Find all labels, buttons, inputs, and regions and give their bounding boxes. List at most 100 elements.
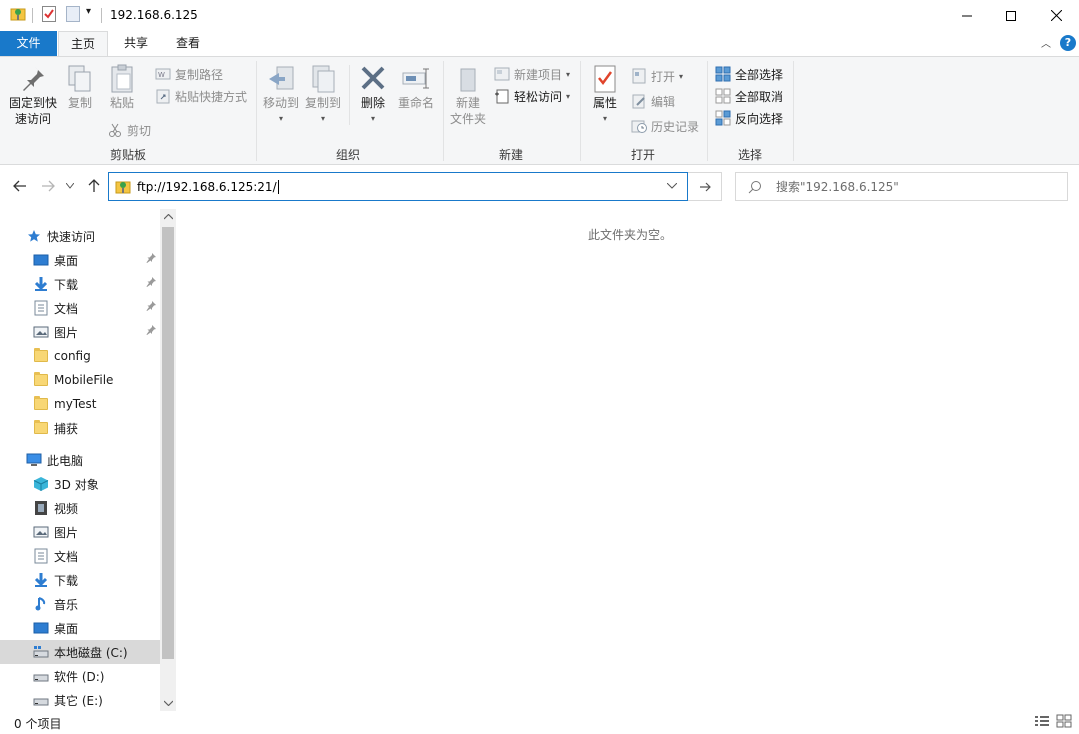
select-none-button[interactable]: 全部取消 (715, 87, 783, 105)
empty-folder-message: 此文件夹为空。 (588, 228, 673, 242)
quick-access-item[interactable]: 文档 (0, 296, 160, 320)
nav-scrollbar[interactable] (160, 209, 176, 711)
easy-access-icon (495, 89, 509, 104)
scroll-down-icon[interactable] (160, 695, 176, 711)
edit-button[interactable]: 编辑 (631, 92, 675, 110)
this-pc-item[interactable]: 其它 (E:) (0, 688, 160, 712)
properties-button[interactable]: 属性 ▾ (588, 63, 622, 127)
properties-quick-icon[interactable] (42, 6, 56, 22)
rename-button[interactable]: 重命名 (395, 63, 437, 111)
quick-access-item[interactable]: 捕获 (0, 416, 160, 440)
minimize-button[interactable] (944, 0, 990, 31)
pinned-icon[interactable] (146, 277, 156, 290)
up-arrow-icon (88, 179, 100, 192)
history-button[interactable]: 历史记录 (631, 117, 699, 135)
tab-share[interactable]: 共享 (115, 31, 157, 56)
this-pc-item-label: 桌面 (54, 621, 79, 636)
quick-access-item[interactable]: MobileFile (0, 368, 160, 392)
new-folder-button[interactable]: 新建 文件夹 (448, 63, 488, 127)
this-pc-item-label: 其它 (E:) (54, 693, 103, 708)
address-path[interactable]: ftp://192.168.6.125:21/ (137, 180, 277, 194)
scroll-thumb[interactable] (162, 227, 174, 659)
nav-this-pc[interactable]: 此电脑 (0, 448, 160, 472)
tab-view[interactable]: 查看 (167, 31, 209, 56)
pin-to-quick-access-button[interactable]: 固定到快 速访问 (6, 63, 60, 127)
quick-access-item-label: config (54, 349, 91, 363)
new-folder-quick-icon[interactable] (66, 6, 80, 22)
group-label-organize: 组织 (335, 148, 360, 162)
quick-access-item[interactable]: 下载 (0, 272, 160, 296)
quick-access-item[interactable]: 图片 (0, 320, 160, 344)
quick-access-item-label: 捕获 (54, 421, 79, 436)
computer-icon (26, 452, 42, 468)
paste-icon (111, 64, 133, 93)
help-icon[interactable]: ? (1060, 35, 1076, 51)
easy-access-button[interactable]: 轻松访问 ▾ (494, 87, 570, 105)
quick-access-item[interactable]: config (0, 344, 160, 368)
scroll-up-icon[interactable] (160, 209, 176, 225)
pinned-icon[interactable] (146, 325, 156, 338)
recent-locations-button[interactable] (63, 176, 77, 196)
app-icon[interactable] (10, 6, 26, 22)
pinned-icon[interactable] (146, 301, 156, 314)
quick-access-item[interactable]: myTest (0, 392, 160, 416)
this-pc-item[interactable]: 3D 对象 (0, 472, 160, 496)
navigation-pane: 快速访问 桌面 下载 文档 图片 config MobileFile myTest 捕获 此电… (0, 209, 176, 711)
cut-button[interactable]: 剪切 (107, 121, 151, 139)
copy-path-button[interactable]: W 复制路径 (155, 65, 223, 83)
large-icons-view-icon[interactable] (1056, 714, 1072, 731)
this-pc-item[interactable]: 视频 (0, 496, 160, 520)
this-pc-item[interactable]: 本地磁盘 (C:) (0, 640, 160, 664)
chevron-down-icon (666, 182, 678, 189)
search-box[interactable]: 搜索"192.168.6.125" (735, 172, 1068, 201)
details-view-icon[interactable] (1034, 714, 1050, 731)
open-button[interactable]: 打开 ▾ (631, 67, 683, 85)
video-icon (33, 500, 49, 516)
back-arrow-icon (13, 180, 26, 192)
this-pc-item[interactable]: 桌面 (0, 616, 160, 640)
new-item-button[interactable]: 新建项目 ▾ (494, 65, 570, 83)
address-bar[interactable]: ftp://192.168.6.125:21/ (108, 172, 688, 201)
folder-icon (33, 348, 49, 364)
move-to-icon (269, 66, 294, 90)
back-button[interactable] (10, 176, 30, 196)
move-to-button[interactable]: 移动到 ▾ (261, 63, 301, 127)
maximize-button[interactable] (988, 0, 1034, 31)
this-pc-item-label: 3D 对象 (54, 477, 99, 492)
up-button[interactable] (84, 176, 104, 196)
copy-to-icon (312, 65, 335, 93)
nav-quick-access[interactable]: 快速访问 (0, 224, 160, 248)
collapse-ribbon-icon[interactable]: ︿ (1041, 35, 1051, 50)
drive-icon (33, 692, 49, 708)
copy-button[interactable]: 复制 (64, 63, 96, 111)
quick-access-item[interactable]: 桌面 (0, 248, 160, 272)
paste-shortcut-button[interactable]: 粘贴快捷方式 (155, 87, 247, 105)
this-pc-item[interactable]: 文档 (0, 544, 160, 568)
select-all-icon (715, 66, 731, 82)
desktop-icon (33, 620, 49, 636)
scissors-icon (109, 123, 121, 137)
pinned-icon[interactable] (146, 253, 156, 266)
go-button[interactable] (688, 172, 722, 201)
customize-toolbar-icon[interactable]: ▾ (86, 6, 91, 17)
paste-button[interactable]: 粘贴 (104, 63, 140, 111)
copy-to-button[interactable]: 复制到 ▾ (303, 63, 343, 127)
forward-button[interactable] (38, 176, 58, 196)
tab-home[interactable]: 主页 (58, 31, 108, 57)
group-label-clipboard: 剪贴板 (109, 148, 146, 162)
select-all-button[interactable]: 全部选择 (715, 65, 783, 83)
delete-button[interactable]: 删除 ▾ (356, 63, 390, 127)
this-pc-item[interactable]: 软件 (D:) (0, 664, 160, 688)
picture-icon (33, 324, 49, 340)
group-label-new: 新建 (498, 148, 523, 162)
copy-path-icon: W (155, 68, 171, 80)
this-pc-item[interactable]: 下载 (0, 568, 160, 592)
address-history-dropdown[interactable] (666, 179, 678, 192)
close-button[interactable] (1033, 0, 1079, 31)
invert-selection-button[interactable]: 反向选择 (715, 109, 783, 127)
this-pc-item[interactable]: 音乐 (0, 592, 160, 616)
folder-icon (33, 420, 49, 436)
tab-file[interactable]: 文件 (0, 31, 57, 56)
rename-icon (402, 68, 429, 89)
this-pc-item[interactable]: 图片 (0, 520, 160, 544)
